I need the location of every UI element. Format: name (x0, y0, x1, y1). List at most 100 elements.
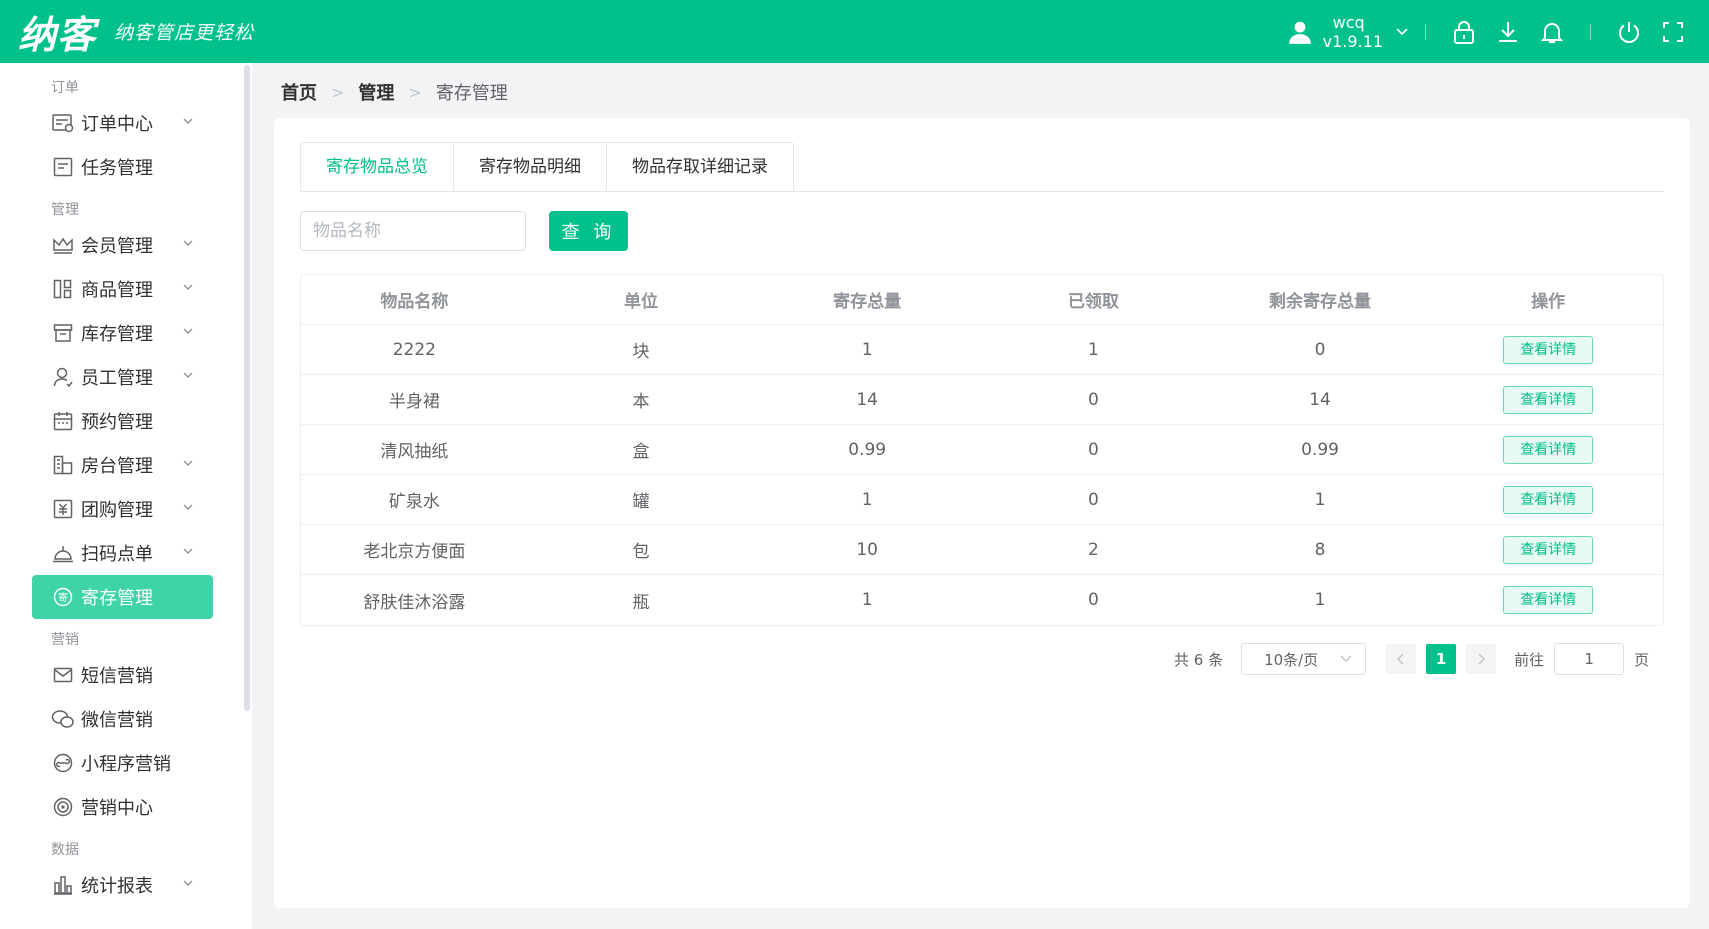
view-detail-button[interactable]: 查看详情 (1503, 586, 1594, 614)
tab-deposit-overview[interactable]: 寄存物品总览 (301, 143, 454, 192)
cell-item-name: 清风抽纸 (380, 442, 449, 462)
sidebar-item-wechat[interactable]: 微信营销 (0, 697, 252, 741)
view-detail-button[interactable]: 查看详情 (1503, 335, 1594, 364)
cell-remaining: 1 (1314, 590, 1326, 610)
page-number-current[interactable]: 1 (1426, 644, 1457, 674)
sidebar-item-label: 商品管理 (81, 280, 153, 301)
item-name-search-input[interactable] (300, 211, 526, 251)
sidebar-item-staff[interactable]: 员工管理 (0, 355, 252, 399)
bell-icon[interactable] (1540, 20, 1564, 44)
cell-taken: 0 (1087, 389, 1099, 410)
user-menu[interactable]: wcq v1.9.11 (1287, 13, 1409, 51)
sidebar: 订单 订单中心 任务管理 管理 会员管理 商品管理 库存管理 员工管理 预约管理… (0, 63, 252, 929)
prev-page-button[interactable] (1386, 644, 1417, 674)
cell-unit: 盒 (632, 442, 650, 462)
sidebar-item-label: 统计报表 (81, 876, 153, 897)
cell-remaining: 1 (1314, 489, 1326, 510)
sidebar-item-member[interactable]: 会员管理 (0, 223, 252, 267)
chevron-down-icon (183, 284, 193, 290)
column-header: 已领取 (1067, 292, 1119, 312)
deposit-table: 物品名称 单位 寄存总量 已领取 剩余寄存总量 操作 2222 块 1 1 0 … (300, 274, 1664, 626)
cell-total: 1 (861, 489, 873, 510)
page-suffix: 页 (1634, 650, 1650, 669)
view-detail-button[interactable]: 查看详情 (1503, 485, 1594, 514)
sidebar-item-label: 预约管理 (81, 412, 153, 433)
column-header: 操作 (1531, 292, 1566, 312)
mail-icon (51, 663, 75, 687)
sidebar-item-room[interactable]: 房台管理 (0, 443, 252, 487)
cell-taken: 0 (1087, 489, 1099, 510)
sidebar-item-inventory[interactable]: 库存管理 (0, 311, 252, 355)
sidebar-item-label: 任务管理 (81, 158, 153, 179)
cell-item-name: 2222 (392, 339, 436, 360)
download-icon[interactable] (1496, 20, 1520, 44)
page-size-select[interactable]: 10条/页 (1241, 643, 1367, 675)
sidebar-item-appointment[interactable]: 预约管理 (0, 399, 252, 443)
cell-remaining: 14 (1309, 389, 1331, 410)
sidebar-item-scan-order[interactable]: 扫码点单 (0, 531, 252, 575)
cell-item-name: 矿泉水 (388, 492, 440, 512)
top-bar: 纳客 纳客管店更轻松 wcq v1.9.11 (0, 0, 1709, 63)
sidebar-item-task[interactable]: 任务管理 (0, 145, 252, 189)
sidebar-item-groupbuy[interactable]: 团购管理 (0, 487, 252, 531)
sidebar-item-label: 房台管理 (81, 456, 153, 477)
sidebar-item-label: 团购管理 (81, 500, 153, 521)
table-row: 半身裙 本 14 0 14 查看详情 (301, 375, 1663, 425)
order-icon (51, 111, 75, 135)
fullscreen-icon[interactable] (1661, 20, 1685, 44)
view-detail-button[interactable]: 查看详情 (1503, 435, 1594, 464)
task-icon (51, 155, 75, 179)
cell-total: 1 (861, 339, 873, 360)
pagination: 共 6 条 10条/页 1 前往 页 (1174, 643, 1649, 675)
table-row: 矿泉水 罐 1 0 1 查看详情 (301, 475, 1663, 525)
target-icon (51, 795, 75, 819)
tab-deposit-detail[interactable]: 寄存物品明细 (454, 143, 607, 192)
sidebar-item-reports[interactable]: 统计报表 (0, 863, 252, 907)
view-detail-button[interactable]: 查看详情 (1503, 385, 1594, 414)
cell-taken: 1 (1087, 339, 1099, 360)
divider (1425, 23, 1426, 40)
chevron-down-icon (183, 240, 193, 246)
tab-access-records[interactable]: 物品存取详细记录 (607, 143, 793, 192)
sidebar-group-label: 营销 (51, 632, 79, 648)
cell-total: 1 (861, 590, 873, 610)
chevron-down-icon (1340, 655, 1352, 663)
chevron-down-icon (1396, 27, 1408, 35)
table-row: 舒肤佳沐浴露 瓶 1 0 1 查看详情 (301, 575, 1663, 625)
svg-text:寄: 寄 (58, 591, 68, 604)
view-detail-button[interactable]: 查看详情 (1503, 535, 1594, 564)
room-icon (51, 453, 75, 477)
goto-label: 前往 (1514, 650, 1545, 669)
sidebar-item-label: 员工管理 (81, 368, 153, 389)
sidebar-item-sms[interactable]: 短信营销 (0, 653, 252, 697)
sidebar-group-label: 订单 (51, 80, 79, 96)
next-page-button[interactable] (1466, 644, 1497, 674)
query-button[interactable]: 查 询 (549, 211, 628, 251)
miniprogram-icon (51, 751, 75, 775)
sidebar-item-label: 营销中心 (81, 798, 153, 819)
breadcrumb-section[interactable]: 管理 (358, 79, 394, 105)
chevron-down-icon (183, 548, 193, 554)
cell-item-name: 舒肤佳沐浴露 (363, 592, 466, 613)
crown-icon (51, 233, 75, 257)
sidebar-item-label: 微信营销 (81, 710, 153, 731)
calendar-icon (51, 409, 75, 433)
sidebar-item-deposit[interactable]: 寄 寄存管理 (32, 575, 213, 619)
sidebar-item-marketing-center[interactable]: 营销中心 (0, 785, 252, 829)
breadcrumb-home[interactable]: 首页 (281, 79, 317, 105)
chevron-down-icon (183, 118, 193, 124)
power-icon[interactable] (1617, 20, 1641, 44)
groupbuy-icon (51, 497, 75, 521)
breadcrumb-current: 寄存管理 (435, 83, 508, 104)
sidebar-item-goods[interactable]: 商品管理 (0, 267, 252, 311)
sidebar-item-label: 库存管理 (81, 324, 153, 345)
wechat-icon (51, 707, 75, 731)
lock-icon[interactable] (1452, 20, 1476, 44)
table-row: 清风抽纸 盒 0.99 0 0.99 查看详情 (301, 425, 1663, 475)
chevron-right-icon: > (408, 82, 422, 102)
breadcrumb: 首页 > 管理 > 寄存管理 (281, 79, 508, 105)
goto-page-input[interactable] (1554, 643, 1625, 675)
sidebar-item-order-center[interactable]: 订单中心 (0, 101, 252, 145)
chevron-down-icon (183, 460, 193, 466)
sidebar-item-miniprogram[interactable]: 小程序营销 (0, 741, 252, 785)
